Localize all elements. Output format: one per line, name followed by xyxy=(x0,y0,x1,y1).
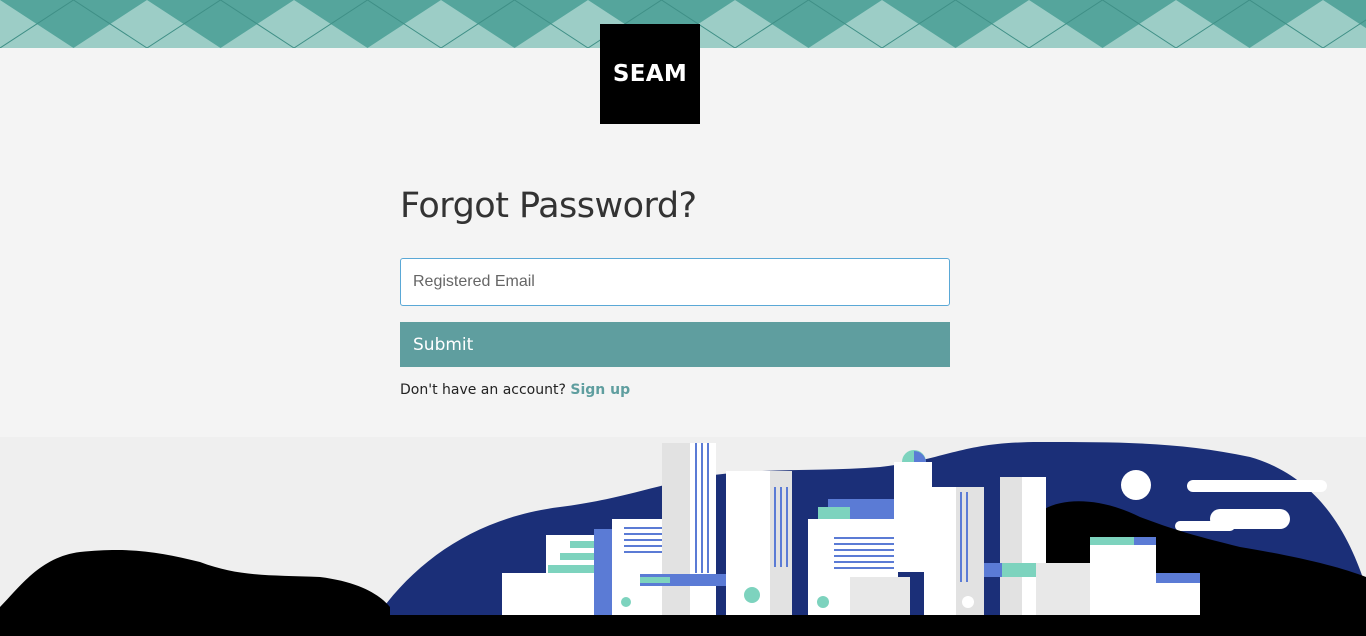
logo-text: SEAM xyxy=(612,61,688,87)
signup-line: Don't have an account? Sign up xyxy=(400,382,630,398)
page-title: Forgot Password? xyxy=(400,186,697,226)
signup-prompt: Don't have an account? xyxy=(400,382,566,398)
signup-link[interactable]: Sign up xyxy=(570,382,630,398)
email-field[interactable] xyxy=(400,258,950,306)
seam-logo[interactable]: SEAM xyxy=(600,24,700,124)
submit-button[interactable]: Submit xyxy=(400,322,950,367)
city-illustration xyxy=(0,442,1366,636)
